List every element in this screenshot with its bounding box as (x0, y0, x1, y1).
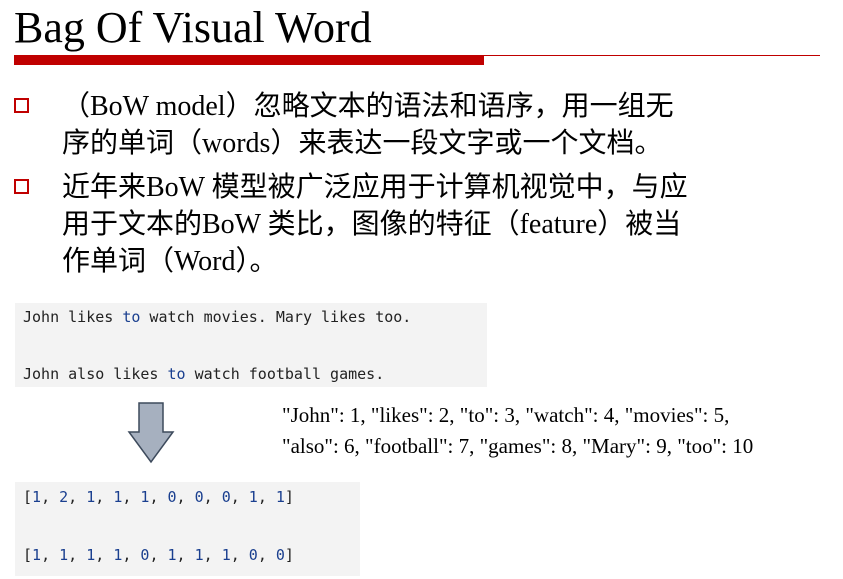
vector-value: 0 (248, 546, 258, 564)
vector-value: 1 (86, 546, 96, 564)
vector-1: [1, 2, 1, 1, 1, 0, 0, 0, 1, 1] (23, 488, 294, 506)
vector-value: 0 (194, 488, 204, 506)
vector-value: 0 (140, 546, 150, 564)
vector-value: 0 (221, 488, 231, 506)
title-underline-accent (14, 55, 484, 65)
square-bullet-icon (14, 98, 29, 113)
vector-value: 2 (59, 488, 69, 506)
vector-value: 1 (86, 488, 96, 506)
sentence-2-pre: John also likes (23, 365, 168, 383)
sentence-1-pre: John likes (23, 308, 123, 326)
bullet-item-2: 近年来BoW 模型被广泛应用于计算机视觉中，与应 用于文本的BoW 类比，图像的… (14, 169, 814, 280)
slide-title: Bag Of Visual Word (14, 3, 372, 52)
vector-value: 1 (113, 546, 123, 564)
bullet-text-2: 近年来BoW 模型被广泛应用于计算机视觉中，与应 用于文本的BoW 类比，图像的… (62, 172, 688, 277)
vector-value: 1 (248, 488, 258, 506)
vector-value: 1 (59, 546, 69, 564)
sentence-2: John also likes to watch football games. (23, 365, 384, 383)
vector-value: 0 (167, 488, 177, 506)
square-bullet-icon (14, 179, 29, 194)
dictionary-line-1: "John": 1, "likes": 2, "to": 3, "watch":… (282, 403, 730, 427)
vector-value: 1 (275, 488, 285, 506)
word-dictionary: "John": 1, "likes": 2, "to": 3, "watch":… (282, 400, 753, 462)
vector-value: 1 (194, 546, 204, 564)
down-arrow-icon (127, 402, 175, 464)
vector-value: 1 (32, 546, 42, 564)
sentence-1-post: watch movies. Mary likes too. (140, 308, 412, 326)
vector-value: 0 (275, 546, 285, 564)
bullet-text-1: （BoW model）忽略文本的语法和语序，用一组无 序的单词（words）来表… (62, 91, 674, 159)
sentence-1-keyword: to (122, 308, 141, 326)
example-sentences: John likes to watch movies. Mary likes t… (15, 303, 487, 387)
vector-value: 1 (167, 546, 177, 564)
vector-value: 1 (221, 546, 231, 564)
dictionary-line-2: "also": 6, "football": 7, "games": 8, "M… (282, 434, 754, 458)
sentence-2-keyword: to (167, 365, 186, 383)
bullet-item-1: （BoW model）忽略文本的语法和语序，用一组无 序的单词（words）来表… (14, 88, 814, 162)
vector-value: 1 (140, 488, 150, 506)
sentence-1: John likes to watch movies. Mary likes t… (23, 308, 411, 326)
sentence-2-post: watch football games. (185, 365, 385, 383)
vector-value: 1 (32, 488, 42, 506)
bow-vectors: [1, 2, 1, 1, 1, 0, 0, 0, 1, 1] [1, 1, 1,… (15, 482, 360, 576)
vector-2: [1, 1, 1, 1, 0, 1, 1, 1, 0, 0] (23, 546, 294, 564)
vector-value: 1 (113, 488, 123, 506)
